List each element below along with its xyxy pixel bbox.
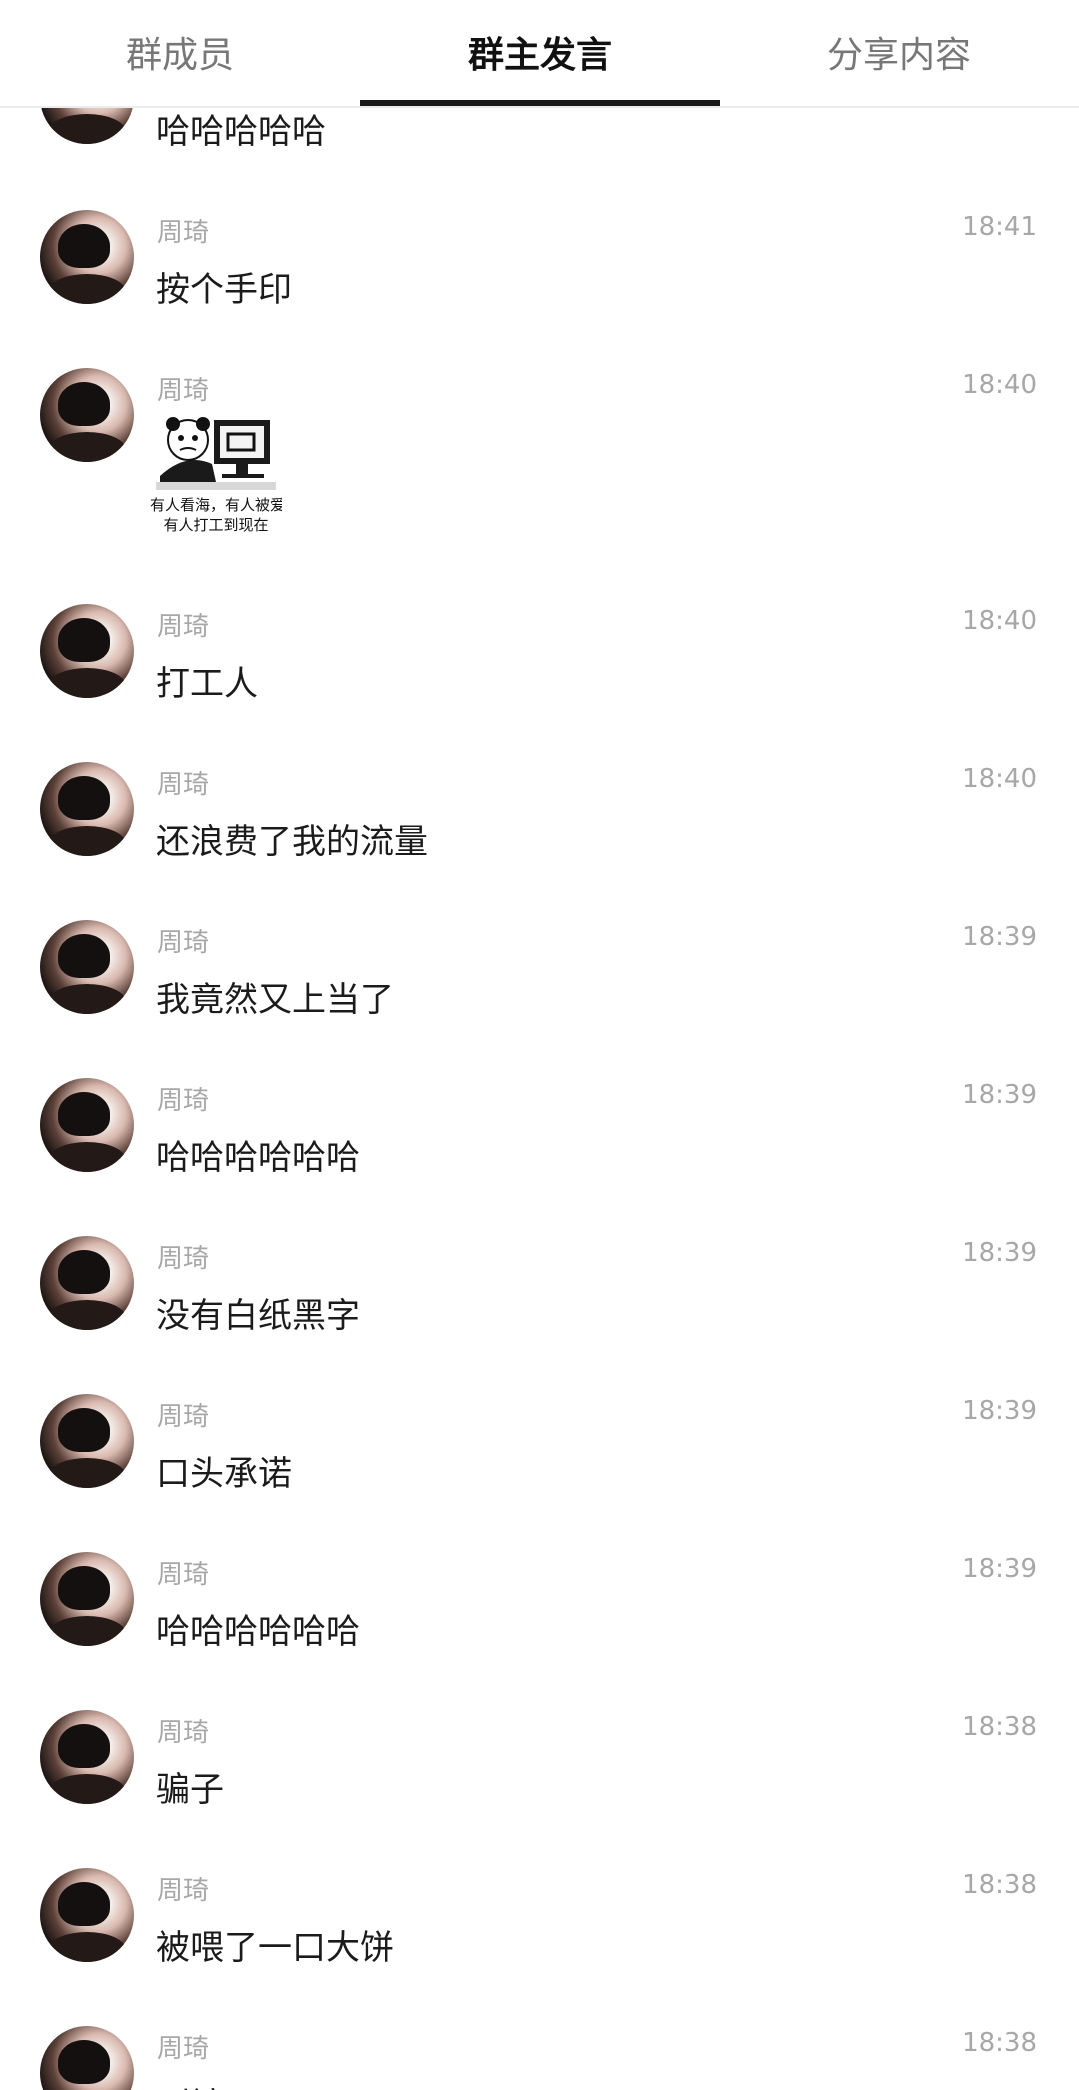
tab-bar: 群成员 群主发言 分享内容 xyxy=(0,0,1079,108)
sender-name: 周琦 xyxy=(157,770,210,800)
message-text: 还浪费了我的流量 xyxy=(156,822,428,862)
sender-name: 周琦 xyxy=(157,218,210,248)
message-text: 按个手印 xyxy=(156,270,292,310)
sender-avatar[interactable] xyxy=(40,1236,134,1330)
message-text: 没有白纸黑字 xyxy=(156,1296,360,1336)
sender-avatar[interactable] xyxy=(40,604,134,698)
sender-avatar[interactable] xyxy=(40,106,134,144)
message-time: 18:40 xyxy=(962,764,1037,794)
sender-avatar[interactable] xyxy=(40,210,134,304)
message-text: 打工人 xyxy=(156,664,258,704)
message-text: 哈哈哈哈哈哈 xyxy=(156,1138,360,1178)
sender-name: 周琦 xyxy=(157,1560,210,1590)
message-text: 哈哈哈哈哈 xyxy=(156,112,326,152)
sticker-image[interactable]: 有人看海，有人被爱 有人打工到现在 xyxy=(150,412,282,540)
sender-avatar[interactable] xyxy=(40,1868,134,1962)
panda-computer-meme-icon xyxy=(156,417,276,490)
message-text: 口头承诺 xyxy=(156,1454,292,1494)
message-time: 18:39 xyxy=(962,1238,1037,1268)
tab-shared-content[interactable]: 分享内容 xyxy=(719,0,1079,104)
sender-avatar[interactable] xyxy=(40,1394,134,1488)
sender-name: 周琦 xyxy=(157,1718,210,1748)
message-time: 18:39 xyxy=(962,1396,1037,1426)
message-text: 骗子 xyxy=(156,1770,224,1810)
sender-name: 周琦 xyxy=(157,928,210,958)
sender-avatar[interactable] xyxy=(40,2026,134,2090)
tab-owner-posts[interactable]: 群主发言 xyxy=(360,0,720,106)
message-time: 18:38 xyxy=(962,2028,1037,2058)
message-time: 18:39 xyxy=(962,1080,1037,1110)
sender-avatar[interactable] xyxy=(40,762,134,856)
message-time: 18:40 xyxy=(962,606,1037,636)
tab-members[interactable]: 群成员 xyxy=(0,0,360,104)
sender-name: 周琦 xyxy=(157,1402,210,1432)
sender-name: 周琦 xyxy=(157,2034,210,2064)
message-time: 18:40 xyxy=(962,370,1037,400)
sender-avatar[interactable] xyxy=(40,1710,134,1804)
message-time: 18:39 xyxy=(962,1554,1037,1584)
sticker-caption: 有人打工到现在 xyxy=(163,516,269,534)
message-text: 我竟然又上当了 xyxy=(156,980,394,1020)
message-time: 18:39 xyxy=(962,922,1037,952)
sender-name: 周琦 xyxy=(157,612,210,642)
message-time: 18:38 xyxy=(962,1712,1037,1742)
sender-name: 周琦 xyxy=(157,1876,210,1906)
message-text: 被喂了一口大饼 xyxy=(156,1928,394,1968)
message-time: 18:38 xyxy=(962,1870,1037,1900)
sticker-caption: 有人看海，有人被爱 xyxy=(150,496,282,514)
sender-avatar[interactable] xyxy=(40,1552,134,1646)
sender-avatar[interactable] xyxy=(40,1078,134,1172)
message-text: 到镜了 xyxy=(156,2078,258,2090)
sender-name: 周琦 xyxy=(157,1086,210,1116)
sender-name: 周琦 xyxy=(157,1244,210,1274)
message-feed[interactable]: 哈哈哈哈哈 周琦 18:41 按个手印 周琦 18:40 有人看海，有人被爱 有人打工到现在周… xyxy=(0,106,1079,2090)
sender-name: 周琦 xyxy=(157,376,210,406)
sender-avatar[interactable] xyxy=(40,368,134,462)
sender-avatar[interactable] xyxy=(40,920,134,1014)
message-time: 18:41 xyxy=(962,212,1037,242)
message-text: 哈哈哈哈哈哈 xyxy=(156,1612,360,1652)
